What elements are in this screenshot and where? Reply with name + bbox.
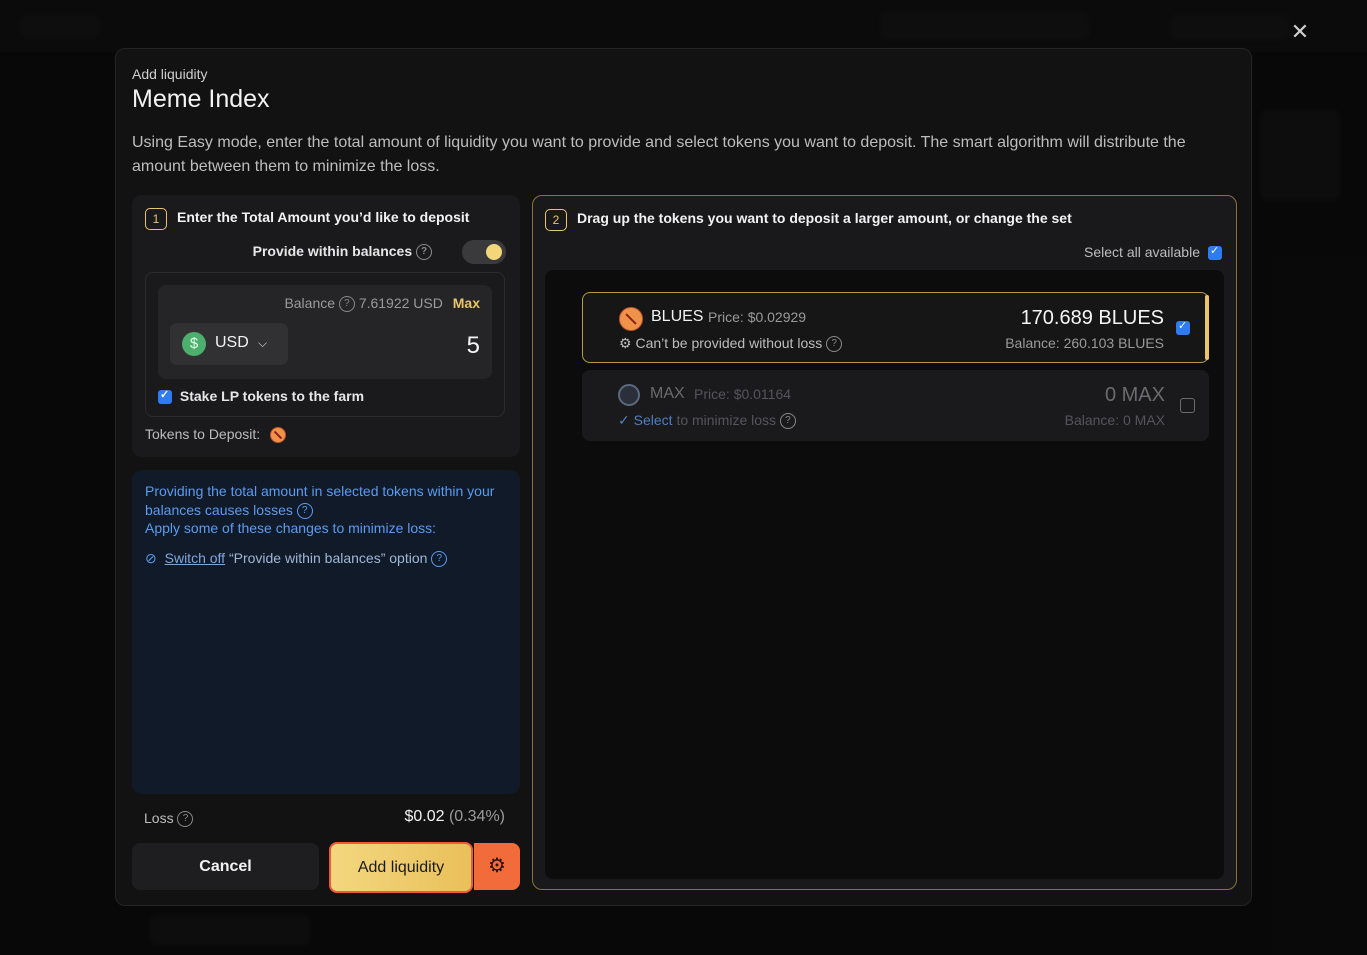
currency-select[interactable]: $ USD ⌵ — [170, 323, 288, 365]
step1-number: 1 — [145, 208, 167, 230]
step2-title: Drag up the tokens you want to deposit a… — [577, 210, 1072, 226]
tokens-to-deposit-row: Tokens to Deposit: — [145, 426, 287, 444]
toggle-label-text: Provide within balances — [252, 243, 413, 259]
token-list: BLUES Price: $0.02929 ⚙ Can’t be provide… — [545, 270, 1224, 879]
token-price-value: $0.02929 — [747, 309, 807, 325]
token-price: Price: $0.02929 — [708, 309, 806, 325]
step2-panel: 2 Drag up the tokens you want to deposit… — [532, 195, 1237, 890]
select-all-available[interactable]: Select all available — [1084, 244, 1200, 260]
provide-within-balances-toggle[interactable] — [462, 240, 506, 264]
token-symbol: MAX — [650, 385, 685, 402]
switch-off-option-text: “Provide within balances” option — [228, 550, 428, 566]
provide-within-balances-label: Provide within balances ? — [252, 243, 432, 261]
chevron-down-icon: ⌵ — [258, 336, 268, 350]
token-note: ⚙ Can’t be provided without loss ? — [619, 335, 843, 353]
select-all-label: Select all available — [1084, 244, 1200, 260]
balance-row: Balance ? 7.61922 USD Max — [284, 295, 480, 313]
token-row-blues[interactable]: BLUES Price: $0.02929 ⚙ Can’t be provide… — [582, 292, 1209, 363]
token-balance: Balance: 0 MAX — [1065, 412, 1165, 428]
token-amount: 0 MAX — [1104, 384, 1165, 406]
stake-label: Stake LP tokens to the farm — [179, 388, 365, 404]
add-liquidity-modal: Add liquidity Meme Index Using Easy mode… — [115, 48, 1252, 906]
token-balance-label: Balance: — [1005, 335, 1060, 351]
token-note-text: Can’t be provided without loss — [635, 335, 823, 351]
step1-title: Enter the Total Amount you’d like to dep… — [177, 209, 470, 225]
token-amount: 170.689 BLUES — [1020, 307, 1164, 329]
help-icon[interactable]: ? — [779, 413, 796, 430]
help-icon[interactable]: ? — [296, 502, 313, 519]
loss-info-line2: Apply some of these changes to minimize … — [145, 520, 437, 536]
cancel-button[interactable]: Cancel — [132, 843, 319, 890]
token-checkbox[interactable] — [1180, 398, 1195, 413]
token-price-label: Price: — [708, 309, 744, 325]
loss-info-text: Providing the total amount in selected t… — [145, 482, 507, 538]
modal-subtitle: Add liquidity — [132, 66, 208, 82]
help-icon[interactable]: ? — [416, 244, 432, 261]
loss-percent: (0.34%) — [448, 808, 505, 825]
max-button[interactable]: Max — [453, 295, 480, 311]
max-token-icon — [618, 384, 640, 406]
token-price: Price: $0.01164 — [694, 386, 791, 402]
balance-value: 7.61922 USD — [358, 295, 443, 311]
help-icon[interactable]: ? — [826, 336, 843, 353]
token-symbol: BLUES — [651, 308, 704, 325]
token-price-value: $0.01164 — [733, 386, 792, 402]
token-balance-value: 0 MAX — [1122, 412, 1165, 428]
amount-input-area: Balance ? 7.61922 USD Max $ USD ⌵ 5 — [158, 285, 492, 379]
token-row-max[interactable]: MAX Price: $0.01164 ✓ Select to minimize… — [582, 370, 1209, 441]
loss-info-panel: Providing the total amount in selected t… — [132, 470, 520, 794]
tokens-to-deposit-label: Tokens to Deposit: — [145, 426, 261, 442]
modal-title: Meme Index — [132, 85, 270, 113]
token-balance: Balance: 260.103 BLUES — [1005, 335, 1164, 351]
amount-box: Balance ? 7.61922 USD Max $ USD ⌵ 5 Stak… — [145, 272, 505, 417]
token-price-label: Price: — [694, 386, 730, 402]
token-balance-value: 260.103 BLUES — [1063, 335, 1164, 351]
loss-amount: $0.02 — [404, 808, 445, 825]
step1-panel: 1 Enter the Total Amount you’d like to d… — [132, 195, 520, 457]
loss-info-line1: Providing the total amount in selected t… — [145, 483, 495, 518]
add-liquidity-button[interactable]: Add liquidity — [329, 842, 473, 893]
blues-token-icon — [270, 427, 287, 444]
check-circle-icon: ✓ — [618, 412, 630, 428]
select-all-checkbox[interactable] — [1208, 244, 1222, 260]
token-balance-label: Balance: — [1064, 412, 1120, 428]
warning-icon: ⚙ — [619, 335, 632, 351]
amount-input[interactable]: 5 — [467, 332, 480, 360]
step2-number: 2 — [545, 209, 567, 231]
switch-off-option: ⊘ Switch off “Provide within balances” o… — [145, 550, 448, 568]
modal-description: Using Easy mode, enter the total amount … — [132, 134, 1186, 175]
loss-value: $0.02 (0.34%) — [404, 808, 505, 826]
checkbox-checked-icon[interactable] — [158, 388, 172, 405]
eye-off-icon: ⊘ — [145, 550, 157, 566]
close-icon[interactable]: ✕ — [1288, 20, 1312, 44]
blues-token-icon — [619, 307, 643, 331]
switch-off-link[interactable]: Switch off — [165, 550, 225, 566]
token-checkbox[interactable] — [1176, 319, 1190, 335]
usd-icon: $ — [182, 332, 206, 356]
loss-label: Loss ? — [144, 810, 194, 828]
token-note: ✓ Select to minimize loss ? — [618, 412, 796, 430]
token-note-text: to minimize loss — [676, 412, 777, 428]
balance-label: Balance — [284, 295, 336, 311]
toggle-knob — [486, 244, 502, 260]
loss-label-text: Loss — [144, 810, 174, 826]
help-icon[interactable]: ? — [338, 296, 355, 313]
gear-icon[interactable]: ⚙ — [474, 843, 520, 890]
select-link[interactable]: Select — [634, 412, 673, 428]
stake-lp-checkbox[interactable]: Stake LP tokens to the farm — [158, 388, 365, 405]
currency-label: USD — [215, 334, 249, 351]
help-icon[interactable]: ? — [177, 811, 194, 828]
help-icon[interactable]: ? — [431, 551, 448, 568]
